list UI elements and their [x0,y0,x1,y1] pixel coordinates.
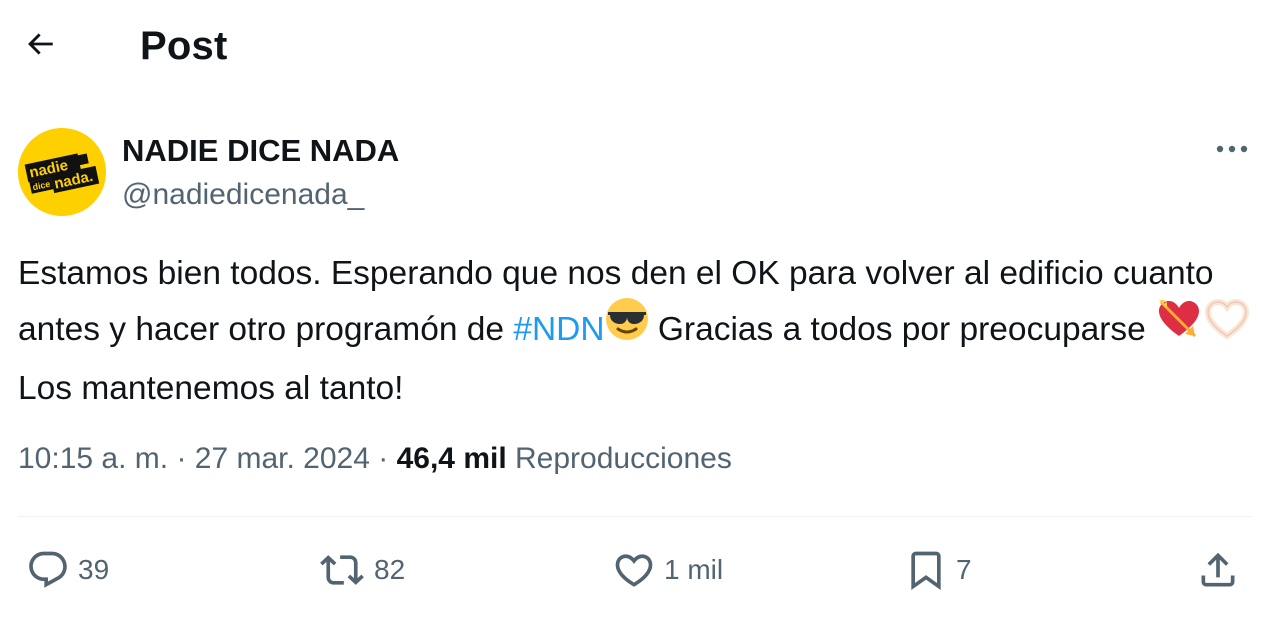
bookmark-icon [904,548,948,592]
back-button[interactable] [14,20,66,72]
tweet-text-part-2: Gracias a todos por preocuparse [648,310,1156,348]
author-name[interactable]: NADIE DICE NADA [122,133,399,169]
divider [18,516,1252,517]
post-page: Post nadie dice nada. NADIE DICE NADA @n… [0,0,1280,617]
repost-icon [318,548,366,592]
more-options-button[interactable] [1206,130,1258,170]
reply-icon [26,548,70,592]
tweet-time[interactable]: 10:15 a. m. [18,442,168,475]
bookmark-button[interactable]: 7 [904,548,972,592]
avatar[interactable]: nadie dice nada. [18,128,106,216]
repost-button[interactable]: 82 [318,548,405,592]
views-label[interactable]: Reproducciones [515,442,732,475]
header-bar: Post [0,0,1280,92]
heart-icon [612,548,656,592]
like-button[interactable]: 1 mil [612,548,723,592]
bookmark-count: 7 [956,554,972,585]
like-count: 1 mil [664,554,724,585]
heart-with-arrow-emoji-icon [1155,296,1203,358]
hashtag-link[interactable]: #NDN [513,311,604,348]
reply-button[interactable]: 39 [26,548,109,592]
reply-count: 39 [78,554,110,585]
tweet-date[interactable]: 27 mar. 2024 [195,442,370,475]
more-icon [1215,141,1249,159]
meta-separator: · [378,442,389,475]
author-handle[interactable]: @nadiedicenada_ [122,178,364,212]
page-title: Post [140,24,228,68]
share-icon [1196,548,1240,592]
views-count: 46,4 mil [396,442,507,475]
repost-count: 82 [374,554,406,585]
tweet-text: Estamos bien todos. Esperando que nos de… [18,247,1263,415]
arrow-left-icon [23,27,57,66]
sunglasses-emoji-icon [605,297,649,357]
tweet-text-part-3: Los mantenemos al tanto! [18,370,404,407]
meta-separator: · [176,442,187,475]
tweet-meta: 10:15 a. m. · 27 mar. 2024 · 46,4 mil Re… [18,442,732,476]
avatar-logo: nadie dice nada. [18,128,106,216]
heart-hands-emoji-icon [1203,296,1251,358]
share-button[interactable] [1196,548,1240,592]
